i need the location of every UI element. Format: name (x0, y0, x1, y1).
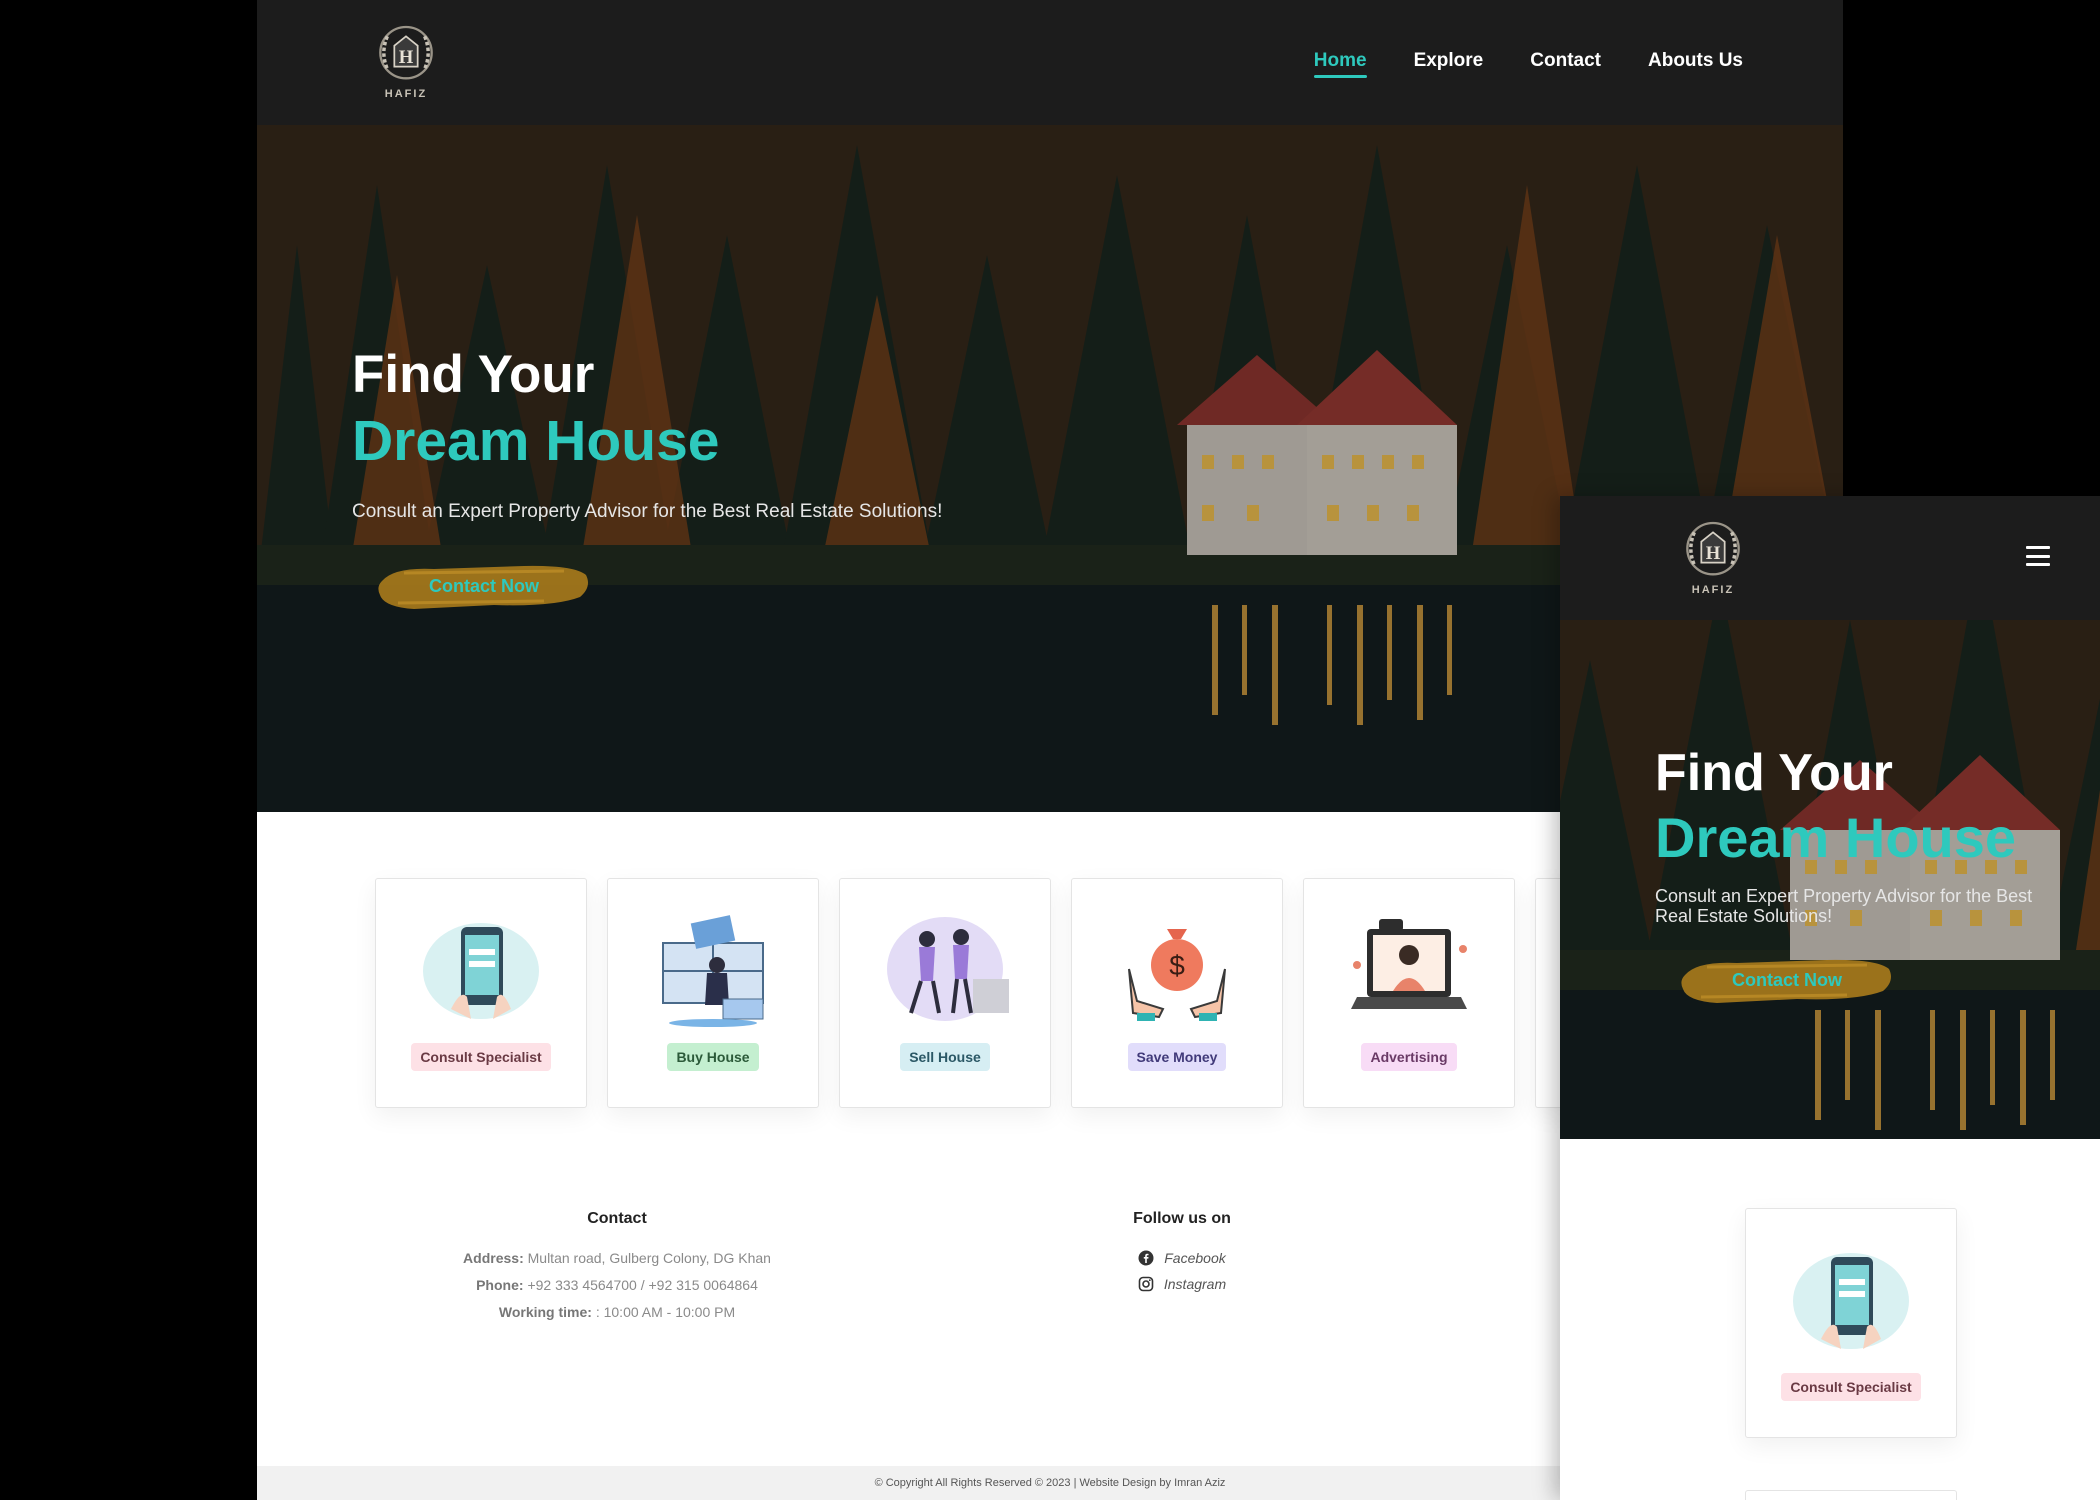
service-label-consult: Consult Specialist (411, 1043, 551, 1071)
service-card-consult[interactable]: Consult Specialist (375, 878, 587, 1108)
service-card-sell[interactable]: Sell House (839, 878, 1051, 1108)
footer-address: Address: Multan road, Gulberg Colony, DG… (463, 1250, 771, 1266)
mobile-hero-subtitle: Consult an Expert Property Advisor for t… (1655, 885, 2033, 927)
stage: HAFIZ Home Explore Contact Abouts Us Fin… (0, 0, 2100, 1500)
logo-emblem-icon (371, 20, 441, 90)
footer-contact-heading: Contact (587, 1210, 647, 1227)
mobile-hero-title-line2: Dream House (1655, 806, 2017, 870)
facebook-link[interactable]: Facebook (1057, 1250, 1307, 1266)
mobile-hero-section: Find Your Dream House Consult an Expert … (1560, 620, 2100, 1139)
hero-subtitle: Consult an Expert Property Advisor for t… (352, 500, 943, 522)
service-label-save: Save Money (1127, 1043, 1227, 1071)
mobile-services-column: Consult Specialist (1745, 1208, 1957, 1500)
instagram-link[interactable]: Instagram (1057, 1276, 1307, 1292)
nav-contact[interactable]: Contact (1530, 50, 1601, 72)
laptop-advertising-illustration-icon (1351, 919, 1467, 1009)
instagram-label: Instagram (1163, 1276, 1227, 1292)
mobile-service-label-consult: Consult Specialist (1781, 1373, 1921, 1401)
service-card-buy[interactable]: Buy House (607, 878, 819, 1108)
hero-title-line1: Find Your (352, 345, 595, 404)
mobile-contact-now-label: Contact Now (1732, 969, 1842, 990)
service-card-advertising[interactable]: Advertising (1303, 878, 1515, 1108)
mobile-service-card-next-partial[interactable] (1745, 1490, 1957, 1500)
nav-home[interactable]: Home (1313, 50, 1367, 78)
buy-house-illustration-icon (662, 915, 764, 1027)
service-label-advertising: Advertising (1361, 1043, 1457, 1071)
mobile-hero-title-line1: Find Your (1655, 744, 1893, 802)
footer-follow-heading: Follow us on (1133, 1210, 1231, 1227)
mobile-logo-text: HAFIZ (1691, 584, 1735, 596)
nav-explore[interactable]: Explore (1414, 50, 1484, 72)
sell-house-illustration-icon (887, 917, 1009, 1021)
facebook-label: Facebook (1164, 1250, 1226, 1266)
facebook-icon (1138, 1250, 1154, 1266)
instagram-icon (1138, 1276, 1154, 1292)
main-nav: Home Explore Contact Abouts Us (1313, 50, 1743, 78)
mobile-header: HAFIZ (1560, 496, 2100, 620)
service-label-sell: Sell House (900, 1043, 990, 1071)
footer-hours: Working time: : 10:00 AM - 10:00 PM (498, 1304, 736, 1320)
mobile-contact-now-button[interactable]: Contact Now (1677, 955, 1897, 1007)
mobile-view: HAFIZ Find Your Dream House Consult an E… (1560, 496, 2100, 1500)
svg-text:$: $ (1169, 950, 1185, 981)
mobile-service-card-consult[interactable]: Consult Specialist (1745, 1208, 1957, 1438)
service-card-save[interactable]: $ Save Money (1071, 878, 1283, 1108)
footer-phone: Phone: +92 333 4564700 / +92 315 0064864 (476, 1277, 758, 1293)
contact-now-label: Contact Now (429, 575, 539, 596)
service-label-buy: Buy House (667, 1043, 759, 1071)
brand-logo[interactable]: HAFIZ (371, 20, 441, 100)
contact-now-button[interactable]: Contact Now (374, 561, 594, 613)
hamburger-menu-icon[interactable] (2026, 546, 2050, 566)
mobile-hero-copy: Find Your Dream House Consult an Expert … (1655, 742, 2035, 1012)
hero-title-line2: Dream House (352, 408, 720, 473)
footer-social: Follow us on Facebook Instagram (1057, 1210, 1307, 1302)
phone-consult-illustration-icon (1793, 1253, 1909, 1349)
site-header: HAFIZ Home Explore Contact Abouts Us (257, 0, 1843, 125)
mobile-brand-logo[interactable]: HAFIZ (1678, 516, 1748, 596)
hero-copy: Find Your Dream House Consult an Expert … (352, 343, 942, 618)
services-row: Consult Specialist Buy House Sell House … (375, 878, 1575, 1108)
phone-consult-illustration-icon (423, 923, 539, 1019)
logo-emblem-icon (1678, 516, 1748, 586)
money-bag-hands-illustration-icon: $ (1128, 929, 1226, 1021)
nav-about[interactable]: Abouts Us (1648, 50, 1743, 72)
logo-text: HAFIZ (384, 88, 428, 100)
footer-contact: Contact Address: Multan road, Gulberg Co… (397, 1210, 837, 1331)
